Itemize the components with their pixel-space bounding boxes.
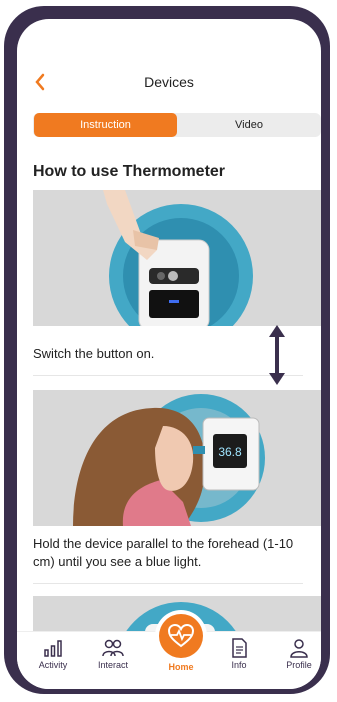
header: Devices <box>17 19 321 105</box>
forehead-measure-illustration: 36.8 <box>33 390 321 526</box>
thermometer-switch-illustration <box>33 190 321 326</box>
nav-home-label: Home <box>168 662 194 672</box>
nav-interact[interactable]: Interact <box>89 638 137 670</box>
step-2-caption: Hold the device parallel to the forehead… <box>33 536 294 569</box>
bar-chart-icon <box>44 640 62 657</box>
heartbeat-icon <box>167 623 195 648</box>
people-icon <box>102 639 124 657</box>
instruction-content[interactable]: How to use Thermometer Switch the button… <box>17 149 321 631</box>
bottom-nav: Activity Interact Home Info Profile <box>17 614 321 689</box>
user-icon <box>290 639 308 658</box>
scroll-indicator-icon <box>269 325 285 385</box>
document-icon <box>232 638 247 658</box>
step-1-caption: Switch the button on. <box>33 346 155 361</box>
step-1-image <box>33 190 321 326</box>
nav-profile[interactable]: Profile <box>275 638 321 670</box>
divider <box>33 375 303 376</box>
tab-instruction[interactable]: Instruction <box>34 113 177 137</box>
nav-label: Profile <box>286 660 312 670</box>
nav-info[interactable]: Info <box>215 638 263 670</box>
section-title: How to use Thermometer <box>33 163 226 180</box>
step-2-image: 36.8 <box>33 390 321 526</box>
thermometer-reading: 36.8 <box>218 445 242 459</box>
nav-home[interactable] <box>159 614 203 658</box>
phone-frame: Devices Instruction Video How to use The… <box>4 6 330 694</box>
divider <box>33 583 303 584</box>
nav-label: Info <box>231 660 247 670</box>
tab-bar: Instruction Video <box>33 113 321 137</box>
nav-label: Interact <box>97 660 128 670</box>
nav-label: Activity <box>38 660 68 670</box>
page-title: Devices <box>144 74 194 90</box>
app-screen: Devices Instruction Video How to use The… <box>17 19 321 689</box>
nav-activity[interactable]: Activity <box>29 638 77 670</box>
tab-video[interactable]: Video <box>179 113 319 137</box>
